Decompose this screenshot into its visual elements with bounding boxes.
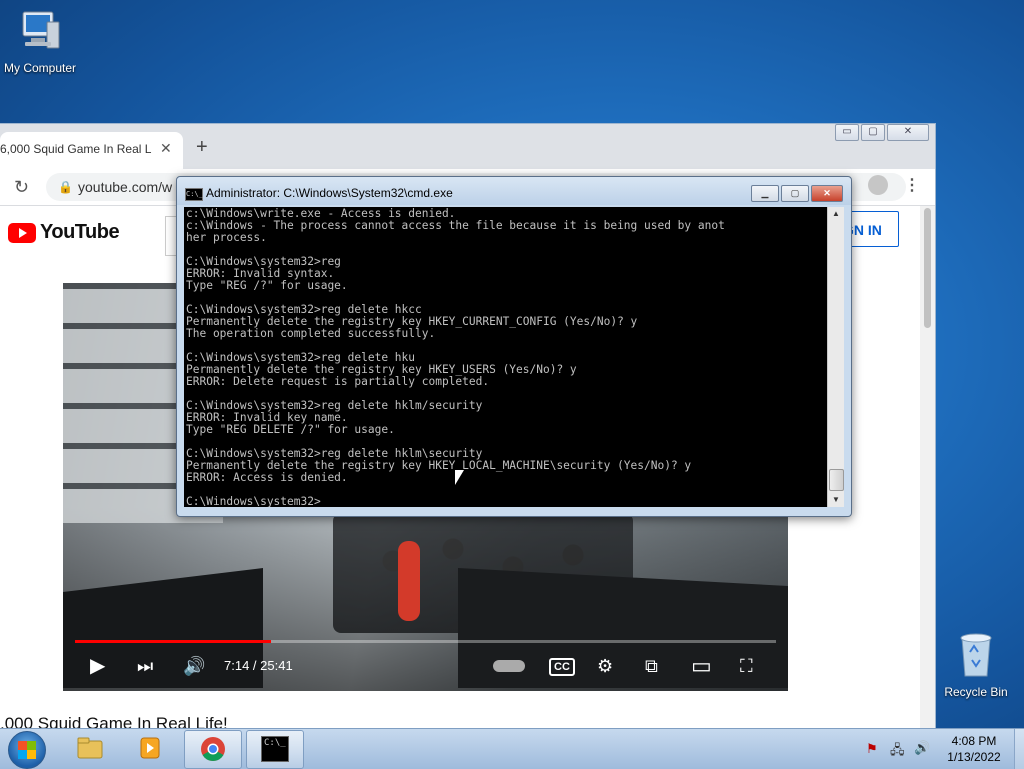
maximize-button[interactable]: ▢ bbox=[861, 124, 885, 141]
windows-logo-lower-icon bbox=[18, 750, 36, 759]
time-display: 7:14 / 25:41 bbox=[224, 658, 293, 673]
close-button[interactable]: ✕ bbox=[887, 124, 929, 141]
page-scrollbar[interactable] bbox=[920, 206, 935, 729]
scroll-down-arrow-icon[interactable]: ▼ bbox=[828, 493, 844, 507]
taskbar-chrome-button[interactable] bbox=[184, 730, 242, 769]
taskbar-cmd-button[interactable]: C:\_ bbox=[246, 730, 304, 769]
cmd-app-icon: C:\_ bbox=[185, 188, 203, 201]
volume-tray-icon[interactable]: 🔊 bbox=[914, 740, 930, 756]
taskbar: C:\_ ⚑ 🖧 🔊 4:08 PM 1/13/2022 bbox=[0, 728, 1024, 769]
settings-gear-icon[interactable]: ⚙ bbox=[597, 651, 613, 681]
video-progress-played bbox=[75, 640, 272, 643]
video-progress-bar[interactable] bbox=[75, 640, 776, 643]
chrome-icon bbox=[201, 737, 225, 762]
cmd-title: Administrator: C:\Windows\System32\cmd.e… bbox=[206, 186, 453, 200]
chrome-window-controls: ▭ ▢ ✕ bbox=[835, 124, 929, 142]
show-desktop-button[interactable] bbox=[1014, 729, 1024, 769]
network-icon[interactable]: 🖧 bbox=[890, 741, 905, 763]
fullscreen-icon[interactable]: ⛶ bbox=[740, 651, 753, 681]
cmd-window-controls: ▁ ▢ ✕ bbox=[751, 185, 843, 202]
tab-strip: 6,000 Squid Game In Real Life! ✕ + ▭ ▢ ✕ bbox=[0, 124, 935, 169]
play-icon[interactable]: ▶ bbox=[90, 651, 105, 681]
recycle-bin-icon bbox=[936, 630, 1016, 681]
autoplay-toggle[interactable] bbox=[493, 660, 525, 672]
scroll-up-arrow-icon[interactable]: ▲ bbox=[828, 207, 844, 221]
reload-icon[interactable]: ↻ bbox=[14, 177, 29, 198]
start-button[interactable] bbox=[8, 731, 46, 769]
video-frame-red-figure bbox=[398, 541, 420, 621]
recycle-bin-desktop-icon[interactable]: Recycle Bin bbox=[936, 630, 1016, 699]
taskbar-explorer-button[interactable] bbox=[62, 730, 118, 767]
computer-icon bbox=[0, 8, 80, 57]
cmd-maximize-button[interactable]: ▢ bbox=[781, 185, 809, 202]
player-controls: ▶ ⏭ 🔊 7:14 / 25:41 CC ⚙ ⧉ ▭ ⛶ bbox=[63, 651, 788, 687]
cmd-console[interactable]: c:\Windows\write.exe - Access is denied.… bbox=[184, 207, 827, 507]
next-icon[interactable]: ⏭ bbox=[137, 651, 153, 681]
browser-tab[interactable]: 6,000 Squid Game In Real Life! ✕ bbox=[0, 132, 183, 169]
clock-date: 1/13/2022 bbox=[947, 750, 1001, 764]
my-computer-desktop-icon[interactable]: My Computer bbox=[0, 8, 80, 75]
mouse-cursor-icon bbox=[455, 470, 464, 485]
cmd-minimize-button[interactable]: ▁ bbox=[751, 185, 779, 202]
cmd-scrollbar[interactable]: ▲ ▼ bbox=[827, 207, 844, 507]
miniplayer-icon[interactable]: ⧉ bbox=[645, 651, 658, 681]
theater-mode-icon[interactable]: ▭ bbox=[691, 651, 712, 681]
cmd-title-bar[interactable]: C:\_ Administrator: C:\Windows\System32\… bbox=[177, 177, 851, 205]
youtube-logo[interactable]: YouTube bbox=[8, 221, 120, 244]
console-output: c:\Windows\write.exe - Access is denied.… bbox=[186, 207, 725, 508]
cmd-icon: C:\_ bbox=[261, 736, 289, 762]
minimize-button[interactable]: ▭ bbox=[835, 124, 859, 141]
clock-time: 4:08 PM bbox=[951, 734, 997, 748]
taskbar-media-player-button[interactable] bbox=[122, 730, 178, 767]
page-scroll-thumb[interactable] bbox=[924, 208, 931, 328]
clock[interactable]: 4:08 PM 1/13/2022 bbox=[932, 733, 1016, 765]
youtube-play-icon bbox=[8, 222, 36, 243]
browser-menu-icon[interactable]: ⋮ bbox=[904, 175, 920, 195]
profile-avatar-icon[interactable] bbox=[868, 175, 888, 195]
media-player-icon bbox=[140, 737, 160, 759]
new-tab-button[interactable]: + bbox=[196, 136, 208, 159]
cmd-close-button[interactable]: ✕ bbox=[811, 185, 843, 202]
tab-title: 6,000 Squid Game In Real Life! bbox=[0, 142, 152, 156]
url-text: youtube.com/w bbox=[78, 179, 173, 195]
lock-icon[interactable]: 🔒 bbox=[58, 180, 73, 194]
folder-icon bbox=[77, 737, 103, 759]
tab-close-icon[interactable]: ✕ bbox=[160, 140, 172, 157]
volume-icon[interactable]: 🔊 bbox=[183, 651, 205, 681]
recycle-bin-label: Recycle Bin bbox=[944, 685, 1008, 699]
captions-button[interactable]: CC bbox=[549, 658, 575, 676]
youtube-wordmark: YouTube bbox=[40, 221, 120, 243]
action-center-flag-icon[interactable]: ⚑ bbox=[866, 741, 878, 757]
cmd-scroll-thumb[interactable] bbox=[829, 469, 844, 491]
my-computer-label: My Computer bbox=[3, 61, 77, 75]
cmd-window: C:\_ Administrator: C:\Windows\System32\… bbox=[176, 176, 852, 517]
